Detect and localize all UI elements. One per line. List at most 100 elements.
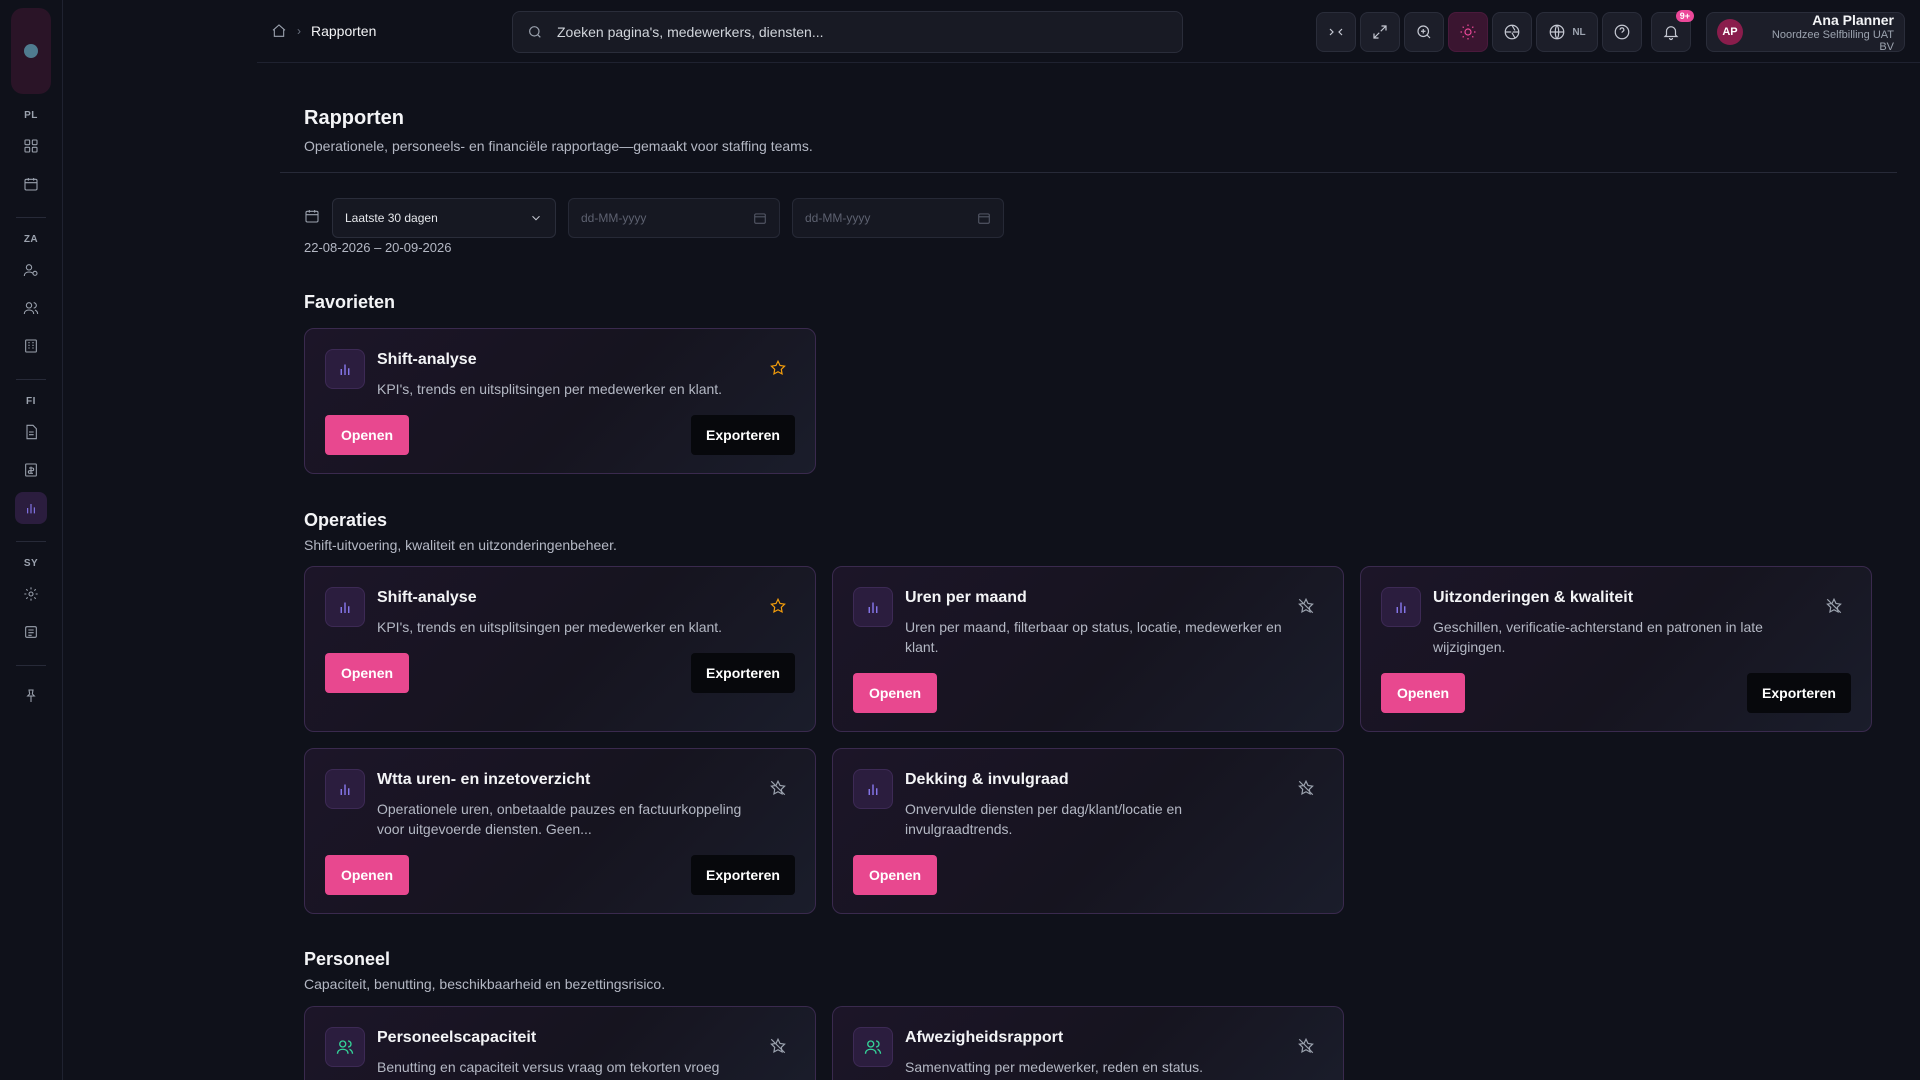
search-input[interactable]: Zoeken pagina's, medewerkers, diensten..… (557, 24, 824, 40)
card-title: Afwezigheidsrapport (905, 1029, 1064, 1046)
search-icon (529, 26, 541, 38)
favorite-star-icon[interactable] (769, 359, 787, 382)
grid-icon (24, 139, 38, 153)
sidebar: PL ZA FI SY (0, 0, 63, 1080)
period-select-value: Laatste 30 dagen (345, 211, 438, 225)
receipt-icon (25, 463, 37, 477)
page-subtitle: Operationele, personeels- en financiële … (304, 138, 813, 154)
star-off-icon[interactable] (1297, 779, 1315, 802)
sidebar-divider (16, 217, 46, 218)
sidebar-item-dashboard[interactable] (15, 130, 47, 162)
collapse-sidebar-button[interactable] (1316, 12, 1356, 52)
open-button[interactable]: Openen (325, 653, 409, 693)
sidebar-item-invoices[interactable] (15, 416, 47, 448)
sidebar-section-label: ZA (23, 234, 39, 245)
appearance-button[interactable] (1492, 12, 1532, 52)
users-icon (23, 302, 39, 315)
card-title: Shift-analyse (377, 351, 477, 368)
favorite-star-icon[interactable] (769, 597, 787, 620)
export-button[interactable]: Exporteren (691, 653, 795, 693)
card-description: Onvervulde diensten per dag/klant/locati… (905, 801, 1183, 837)
notification-badge: 9+ (1675, 10, 1694, 22)
open-button[interactable]: Openen (853, 673, 937, 713)
sidebar-item-logs[interactable] (15, 616, 47, 648)
topbar: › Rapporten Zoeken pagina's, medewerkers… (257, 0, 1920, 63)
theme-toggle-button[interactable] (1448, 12, 1488, 52)
period-select[interactable]: Laatste 30 dagen (332, 198, 556, 238)
star-off-icon[interactable] (769, 779, 787, 802)
sidebar-pin-button[interactable] (15, 680, 47, 712)
export-button[interactable]: Exporteren (1747, 673, 1851, 713)
globe-icon (1549, 24, 1565, 40)
star-off-icon[interactable] (1297, 597, 1315, 620)
pin-icon (26, 689, 36, 702)
file-text-icon (26, 424, 37, 440)
section-title-operations: Operaties (304, 510, 388, 530)
report-card-shift-analysis: Shift-analyse KPI's, trends en uitsplits… (304, 566, 816, 732)
fullscreen-button[interactable] (1360, 12, 1400, 52)
card-title: Wtta uren- en inzetoverzicht (377, 771, 591, 788)
language-code: NL (1572, 26, 1586, 38)
star-off-icon[interactable] (769, 1037, 787, 1060)
section-subtitle-operations: Shift-uitvoering, kwaliteit en uitzonder… (304, 537, 617, 553)
page-title: Rapporten (304, 107, 404, 129)
users-icon (853, 1027, 893, 1067)
user-menu[interactable]: AP Ana Planner Noordzee Selfbilling UAT … (1706, 12, 1905, 53)
open-button[interactable]: Openen (853, 855, 937, 895)
date-range-text: 22-08-2026 – 20-09-2026 (304, 240, 452, 255)
date-from-field[interactable]: dd-MM-yyyy (568, 198, 780, 238)
secondary-panel (63, 0, 257, 1080)
global-search[interactable]: Zoeken pagina's, medewerkers, diensten..… (512, 11, 1183, 53)
report-card-absence-report: Afwezigheidsrapport Samenvatting per med… (832, 1006, 1344, 1080)
sidebar-item-payments[interactable] (15, 454, 47, 486)
bar-chart-icon (1381, 587, 1421, 627)
star-off-icon[interactable] (1825, 597, 1843, 620)
help-button[interactable] (1602, 12, 1642, 52)
breadcrumb: › Rapporten (271, 23, 376, 39)
sidebar-section-label: FI (26, 396, 36, 407)
aperture-icon (1504, 24, 1520, 40)
sidebar-item-settings[interactable] (15, 578, 47, 610)
notifications-button[interactable]: 9+ (1651, 10, 1694, 52)
main-content: Rapporten Operationele, personeels- en f… (257, 63, 1920, 1080)
expand-icon (1373, 25, 1387, 39)
report-card-hours-per-month: Uren per maand Uren per maand, filterbaa… (832, 566, 1344, 732)
export-button[interactable]: Exporteren (691, 415, 795, 455)
sidebar-divider (16, 379, 46, 380)
sidebar-item-calendar[interactable] (15, 168, 47, 200)
date-from-placeholder: dd-MM-yyyy (581, 211, 647, 225)
card-description: Benutting en capaciteit versus vraag om … (377, 1059, 720, 1075)
building-icon (25, 339, 37, 353)
sidebar-item-user-settings[interactable] (15, 254, 47, 286)
zoom-in-icon (1417, 25, 1431, 39)
sidebar-item-reports[interactable] (15, 492, 47, 524)
open-button[interactable]: Openen (1381, 673, 1465, 713)
star-off-icon[interactable] (1297, 1037, 1315, 1060)
language-button[interactable]: NL (1536, 12, 1598, 52)
app-logo[interactable] (11, 8, 51, 94)
card-title: Dekking & invulgraad (905, 771, 1069, 788)
sidebar-section-label: SY (23, 558, 39, 569)
chevron-right-icon: › (297, 24, 301, 38)
sun-icon (1460, 24, 1476, 40)
card-title: Personeelscapaciteit (377, 1029, 537, 1046)
zoom-button[interactable] (1404, 12, 1444, 52)
sidebar-item-employees[interactable] (15, 292, 47, 324)
open-button[interactable]: Openen (325, 855, 409, 895)
sidebar-item-clients[interactable] (15, 330, 47, 362)
report-card-favorite-shift-analysis: Shift-analyse KPI's, trends en uitsplits… (304, 328, 816, 474)
section-title-favorites: Favorieten (304, 292, 396, 312)
sidebar-section-label: PL (24, 110, 38, 121)
calendar-icon (978, 213, 990, 224)
report-card-wtta-hours: Wtta uren- en inzetoverzicht Operationel… (304, 748, 816, 914)
date-to-field[interactable]: dd-MM-yyyy (792, 198, 1004, 238)
bar-chart-icon (325, 587, 365, 627)
card-title: Shift-analyse (377, 589, 477, 606)
card-description: KPI's, trends en uitsplitsingen per mede… (377, 619, 723, 635)
export-button[interactable]: Exporteren (691, 855, 795, 895)
open-button[interactable]: Openen (325, 415, 409, 455)
card-description: Geschillen, verificatie-achterstand en p… (1433, 619, 1763, 655)
collapse-icon (1329, 28, 1343, 36)
card-description: Uren per maand, filterbaar op status, lo… (905, 619, 1282, 655)
home-icon[interactable] (271, 23, 287, 39)
